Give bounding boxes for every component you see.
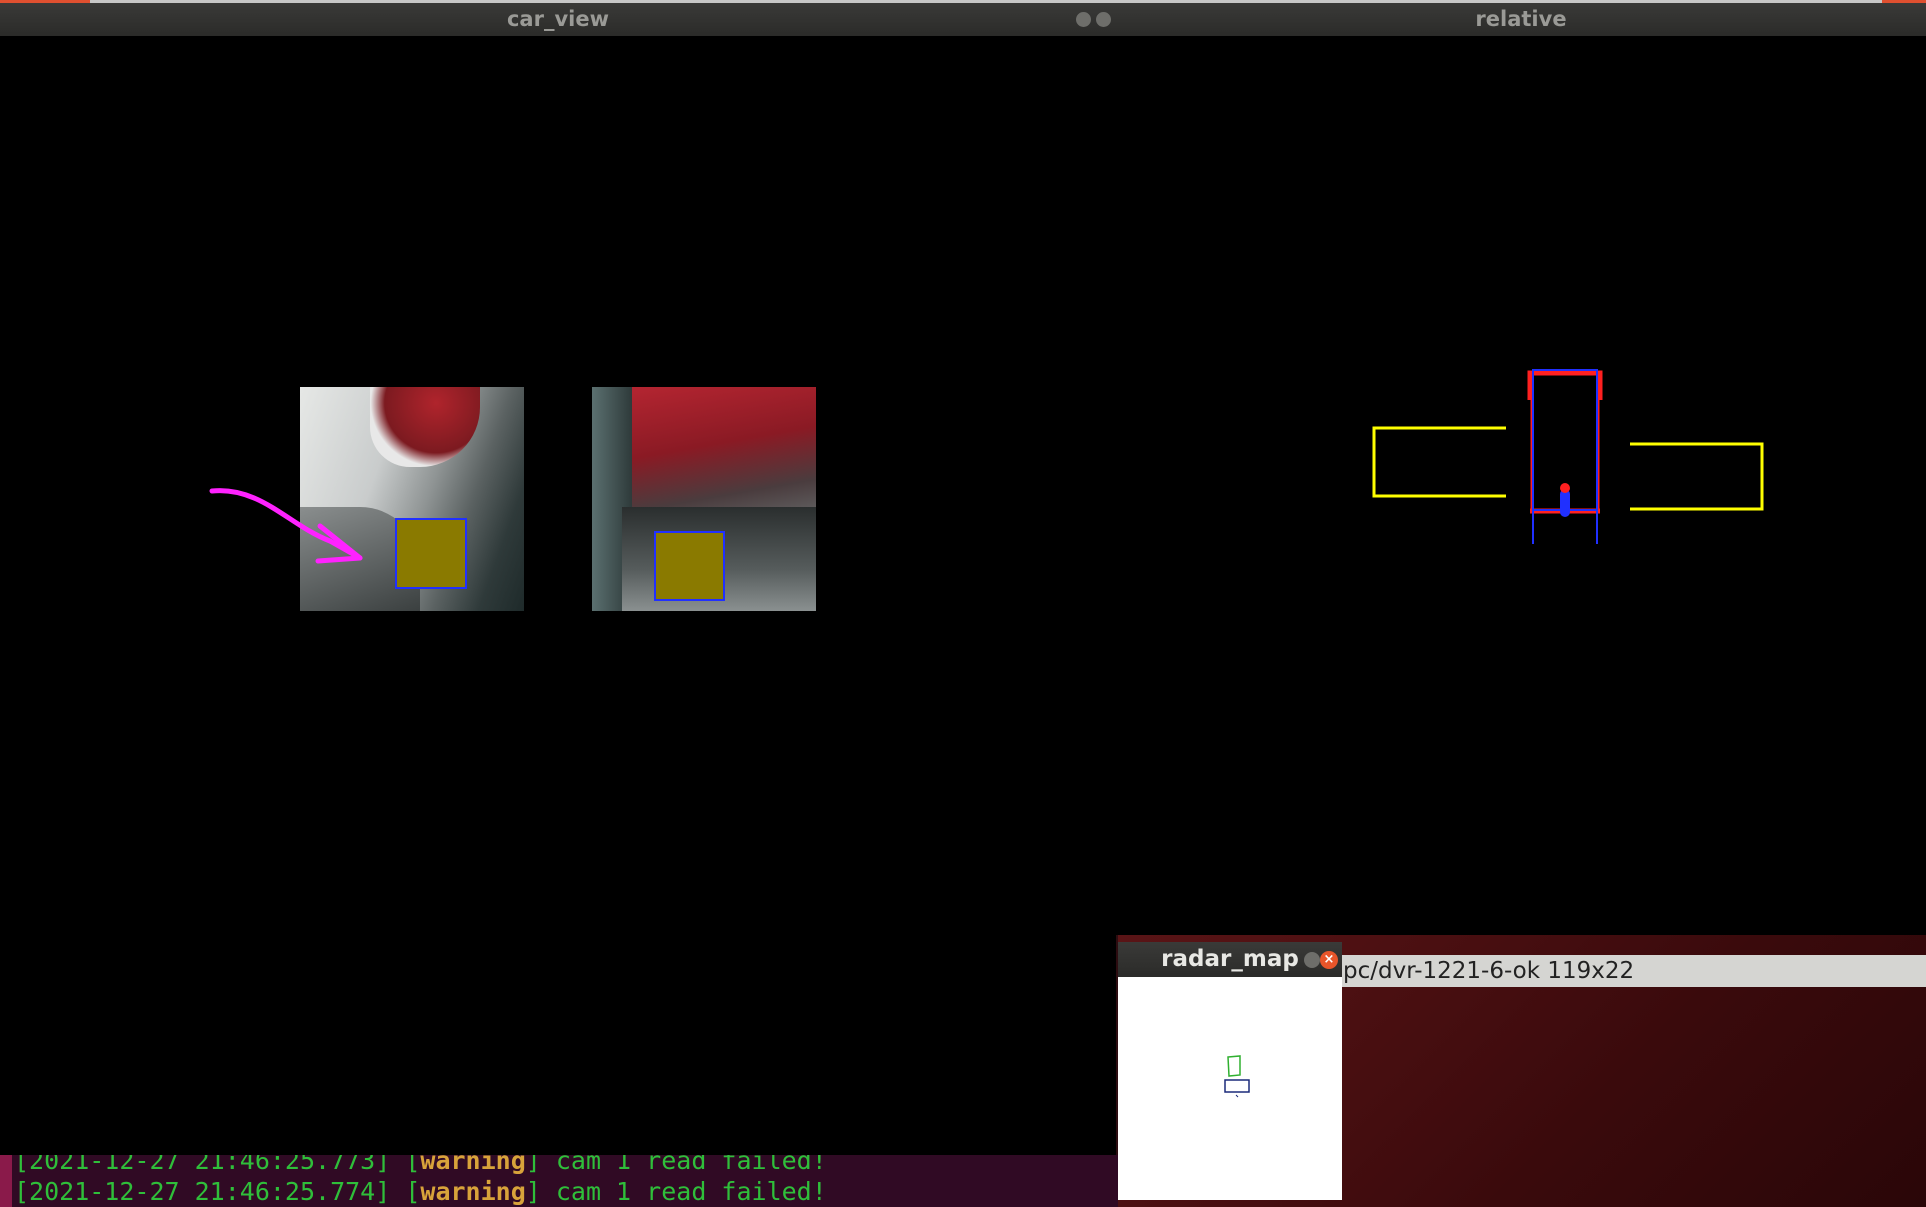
car-reference-dot xyxy=(1560,483,1570,493)
car-front-outline xyxy=(1527,370,1603,400)
camera-image-right xyxy=(592,387,816,611)
minimize-icon[interactable] xyxy=(1304,952,1320,968)
parking-slot-left xyxy=(1372,426,1506,498)
car-reference-marker xyxy=(1560,489,1570,517)
relative-map-drawing xyxy=(1372,369,1764,544)
relative-title: relative xyxy=(1475,7,1567,31)
radar-object-green xyxy=(1227,1055,1241,1077)
minimize-icon[interactable] xyxy=(1076,12,1091,27)
relative-titlebar[interactable]: relative xyxy=(1116,3,1926,36)
radar-map-title: radar_map xyxy=(1161,946,1299,972)
radar-car-mark xyxy=(1235,1094,1239,1098)
radar-map-canvas xyxy=(1118,977,1342,1200)
log-line-1: [2021-12-27 21:46:25.773] [warning] cam … xyxy=(14,1155,827,1175)
radar-map-titlebar[interactable]: radar_map × xyxy=(1118,942,1342,977)
close-icon[interactable] xyxy=(1096,12,1111,27)
radar-car-box xyxy=(1224,1079,1250,1093)
car-view-window[interactable]: car_view xyxy=(0,3,1116,1155)
radar-map-drawing xyxy=(1224,1055,1250,1098)
log-line-2: [2021-12-27 21:46:25.774] [warning] cam … xyxy=(14,1177,827,1206)
terminal-title: pc/dvr-1221-6-ok 119x22 xyxy=(1343,958,1635,984)
terminal-titlebar[interactable]: pc/dvr-1221-6-ok 119x22 xyxy=(1339,955,1926,987)
radar-map-window[interactable]: radar_map × xyxy=(1118,942,1342,1200)
car-view-canvas xyxy=(0,36,1116,1155)
car-view-title: car_view xyxy=(506,7,609,31)
detection-box-left xyxy=(395,518,467,589)
parking-slot-right xyxy=(1630,442,1764,511)
annotation-arrow-icon xyxy=(209,488,363,564)
terminal-output[interactable]: [2021-12-27 21:46:25.773] [warning] cam … xyxy=(0,1155,1118,1207)
camera-left-car-shape xyxy=(370,387,480,467)
detection-box-right xyxy=(654,531,725,601)
terminal-left-marker xyxy=(0,1155,12,1207)
relative-canvas xyxy=(1116,36,1926,935)
close-icon[interactable]: × xyxy=(1320,951,1338,969)
relative-window[interactable]: relative xyxy=(1116,3,1926,935)
car-view-titlebar[interactable]: car_view xyxy=(0,3,1116,36)
